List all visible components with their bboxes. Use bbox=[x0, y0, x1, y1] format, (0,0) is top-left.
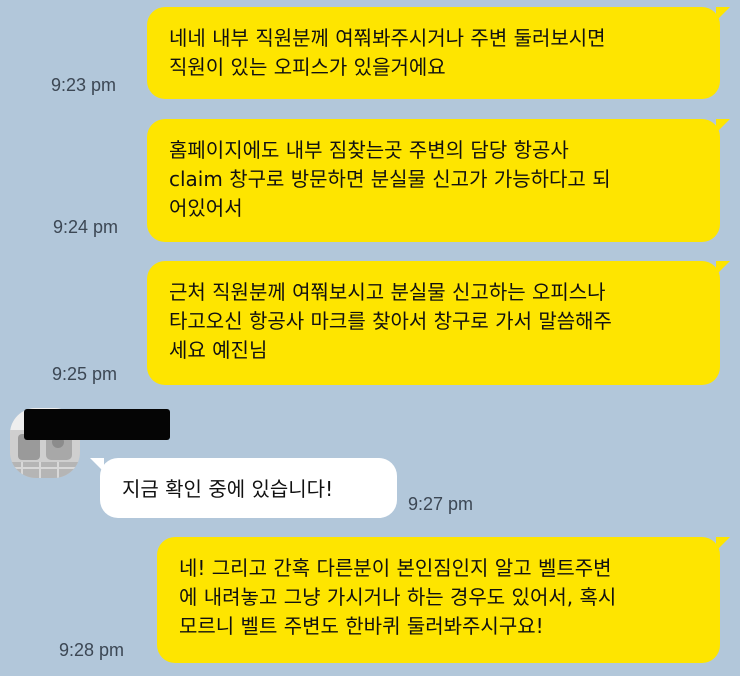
message-bubble-sent[interactable]: 홈페이지에도 내부 짐찾는곳 주변의 담당 항공사 claim 창구로 방문하면… bbox=[147, 119, 730, 242]
message-timestamp: 9:23 pm bbox=[51, 75, 117, 95]
message-timestamp: 9:28 pm bbox=[59, 640, 125, 660]
message-bubble-sent[interactable]: 네네 내부 직원분께 여쭤봐주시거나 주변 둘러보시면 직원이 있는 오피스가 … bbox=[147, 7, 730, 99]
message-timestamp: 9:27 pm bbox=[408, 494, 474, 514]
message-bubble-sent[interactable]: 네! 그리고 간혹 다른분이 본인짐인지 알고 벨트주변 에 내려놓고 그냥 가… bbox=[157, 537, 730, 663]
message-timestamp: 9:24 pm bbox=[53, 217, 119, 237]
message-timestamp: 9:25 pm bbox=[52, 364, 118, 384]
redacted-contact-name bbox=[24, 409, 170, 440]
message-bubble-sent[interactable]: 근처 직원분께 여쭤보시고 분실물 신고하는 오피스나 타고오신 항공사 마크를… bbox=[147, 261, 730, 385]
message-bubble-received[interactable]: 지금 확인 중에 있습니다! bbox=[90, 458, 397, 518]
